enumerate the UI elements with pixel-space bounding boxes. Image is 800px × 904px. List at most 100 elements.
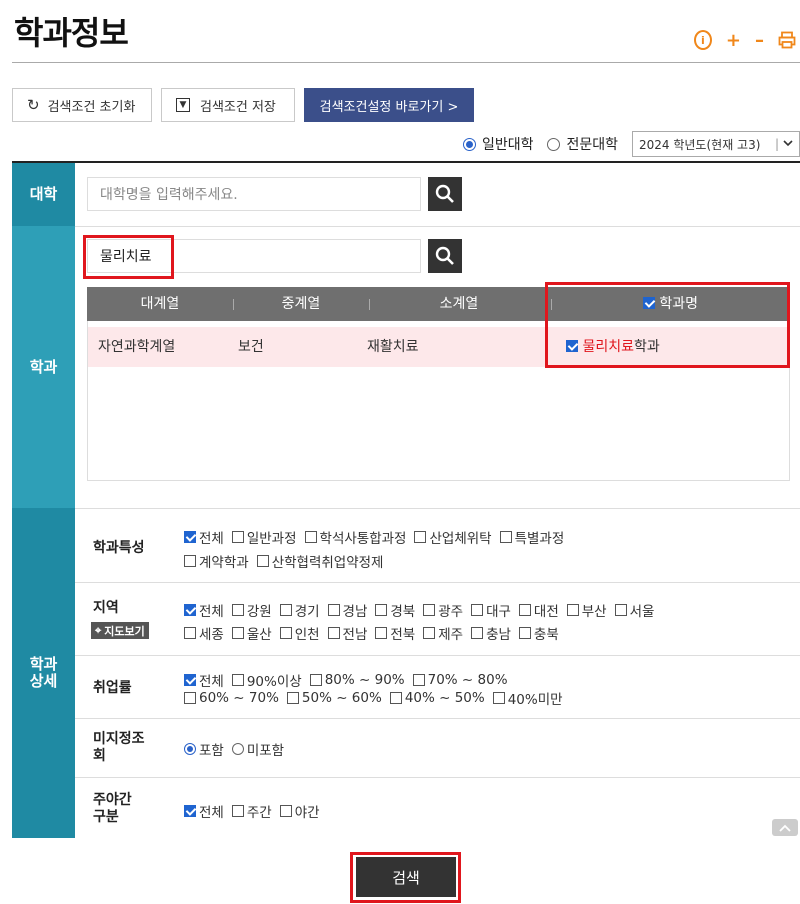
option-label: 80% ~ 90%: [324, 672, 405, 688]
checkbox-region[interactable]: 경북: [375, 600, 415, 620]
checkbox-emp[interactable]: 50% ~ 60%: [286, 690, 382, 706]
radio-general-univ[interactable]: 일반대학: [462, 134, 533, 154]
checkbox-region[interactable]: 경기: [279, 600, 320, 620]
checkbox-emp[interactable]: 80% ~ 90%: [309, 672, 405, 688]
checkbox-region-all[interactable]: 전체: [184, 600, 224, 620]
checkbox-region[interactable]: 대구: [471, 600, 511, 620]
checkbox-char-integrated[interactable]: 학석사통합과정: [304, 527, 406, 547]
filter-employment-line2: 60% ~ 70% 50% ~ 60% 40% ~ 50% 40%미만: [184, 688, 571, 708]
row-divider: [75, 582, 800, 583]
checkbox-region[interactable]: 충북: [518, 623, 559, 643]
checkbox-emp[interactable]: 90%이상: [231, 670, 302, 690]
checkbox-region[interactable]: 부산: [566, 600, 607, 620]
checkbox-emp[interactable]: 40%미만: [492, 688, 563, 708]
option-label: 제주: [438, 627, 464, 643]
checkbox-icon: [566, 604, 579, 616]
filter-label-characteristics: 학과특성: [93, 540, 145, 556]
checkbox-region[interactable]: 세종: [184, 623, 224, 643]
map-view-button[interactable]: ⌖ 지도보기: [91, 622, 149, 639]
option-label: 특별과정: [514, 531, 565, 547]
minus-icon[interactable]: –: [755, 30, 764, 51]
reset-conditions-button[interactable]: ↻ 검색조건 초기화: [12, 88, 152, 122]
option-label: 40%미만: [507, 692, 563, 708]
checkbox-region[interactable]: 전북: [375, 623, 415, 643]
radio-include[interactable]: 포함: [184, 739, 224, 759]
checkbox-icon: [231, 531, 244, 543]
scroll-top-button[interactable]: [772, 819, 798, 836]
checkbox-icon: [518, 627, 531, 639]
checkbox-icon: [286, 692, 299, 704]
checkbox-emp[interactable]: 70% ~ 80%: [412, 672, 508, 688]
univ-search-button[interactable]: [428, 177, 462, 211]
checkbox-char-contract[interactable]: 계약학과: [184, 551, 249, 571]
checkbox-icon: [231, 604, 244, 616]
radio-unchecked-icon: [231, 743, 244, 755]
radio-exclude[interactable]: 미포함: [231, 739, 284, 759]
checkbox-region[interactable]: 전남: [327, 623, 367, 643]
dept-search-button[interactable]: [428, 239, 462, 273]
checkbox-char-special[interactable]: 특별과정: [499, 527, 565, 547]
option-label: 대전: [533, 604, 559, 620]
checkbox-icon: [412, 674, 425, 686]
checkbox-char-industry[interactable]: 산업체위탁: [414, 527, 492, 547]
radio-checked-icon: [184, 743, 196, 755]
option-label: 전체: [199, 604, 224, 620]
row-divider: [75, 655, 800, 656]
filter-label-day-night: 주야간 구분: [93, 792, 132, 825]
row-divider: [75, 226, 800, 227]
checkbox-checked-icon: [184, 531, 196, 543]
checkbox-region[interactable]: 제주: [423, 623, 463, 643]
cell-small-category: 재활치료: [367, 339, 419, 355]
checkbox-region[interactable]: 대전: [518, 600, 559, 620]
univ-search-input[interactable]: 대학명을 입력해주세요.: [87, 177, 421, 211]
checkbox-char-coop[interactable]: 산학협력취업약정제: [256, 551, 383, 571]
checkbox-region[interactable]: 인천: [279, 623, 320, 643]
section-label-dept: 학과: [12, 226, 75, 508]
title-divider: [12, 62, 800, 63]
goto-settings-button[interactable]: 검색조건설정 바로가기 >: [304, 88, 474, 122]
highlight-dept-input: [83, 235, 174, 279]
checkbox-region[interactable]: 강원: [231, 600, 272, 620]
checkbox-icon: [231, 627, 244, 639]
search-icon: [435, 246, 454, 265]
checkbox-night[interactable]: 야간: [279, 801, 320, 821]
checkbox-emp[interactable]: 60% ~ 70%: [184, 690, 279, 706]
option-label: 경기: [294, 604, 320, 620]
row-divider: [75, 508, 800, 509]
option-label: 광주: [438, 604, 464, 620]
radio-junior-college[interactable]: 전문대학: [547, 134, 618, 154]
checkbox-checked-icon: [184, 604, 196, 616]
info-icon[interactable]: i: [693, 30, 712, 50]
save-conditions-button[interactable]: ▼ 검색조건 저장: [161, 88, 295, 122]
checkbox-emp[interactable]: 40% ~ 50%: [389, 690, 485, 706]
plus-icon[interactable]: +: [726, 30, 741, 51]
year-select[interactable]: 2024 학년도(현재 고3) |: [632, 131, 800, 157]
option-label: 울산: [246, 627, 272, 643]
option-label: 대구: [486, 604, 511, 620]
checkbox-region[interactable]: 울산: [231, 623, 272, 643]
radio-junior-college-label: 전문대학: [566, 137, 618, 153]
checkbox-region[interactable]: 충남: [471, 623, 511, 643]
checkbox-icon: [375, 627, 388, 639]
checkbox-icon: [279, 805, 292, 817]
option-label: 야간: [294, 805, 320, 821]
checkbox-icon: [414, 531, 427, 543]
checkbox-char-general[interactable]: 일반과정: [231, 527, 297, 547]
checkbox-region[interactable]: 서울: [614, 600, 654, 620]
checkbox-icon: [389, 692, 402, 704]
option-label: 포함: [199, 743, 224, 759]
select-separator: |: [774, 137, 779, 151]
checkbox-icon: [309, 674, 322, 686]
option-label: 전북: [390, 627, 416, 643]
grid-header-small: 소계열: [439, 296, 479, 312]
print-icon[interactable]: [778, 30, 796, 50]
checkbox-checked-icon: [184, 805, 196, 817]
checkbox-char-all[interactable]: 전체: [184, 527, 224, 547]
checkbox-region[interactable]: 광주: [423, 600, 463, 620]
checkbox-day[interactable]: 주간: [231, 801, 272, 821]
checkbox-emp-all[interactable]: 전체: [184, 670, 224, 690]
checkbox-region[interactable]: 경남: [327, 600, 367, 620]
filter-label-unfilled: 미지정조 회: [93, 731, 145, 764]
filter-day-night-line: 전체 주간 야간: [184, 801, 328, 821]
checkbox-dn-all[interactable]: 전체: [184, 801, 224, 821]
